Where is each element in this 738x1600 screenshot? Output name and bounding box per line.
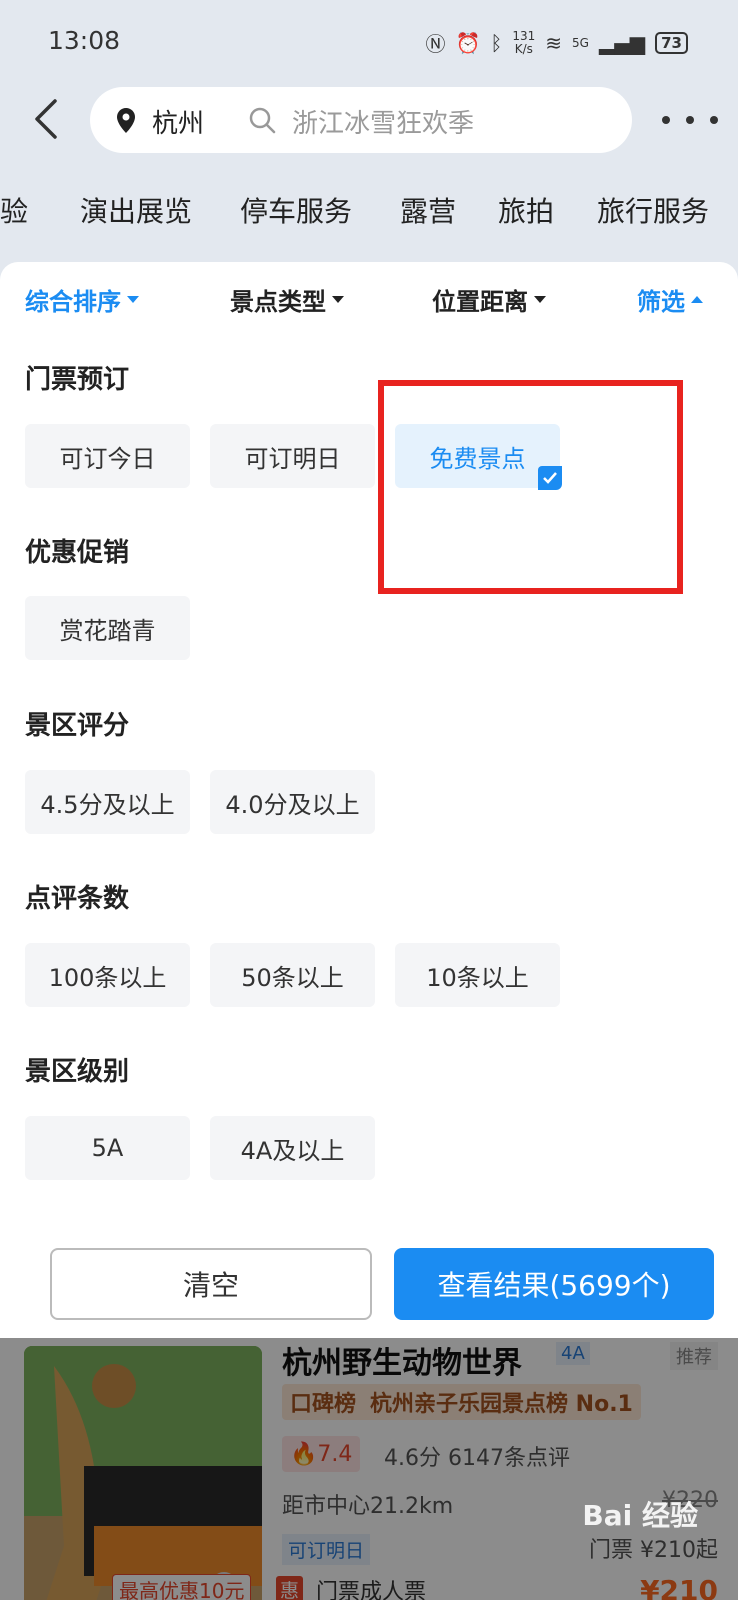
caret-down-icon	[534, 296, 546, 303]
sort-filter[interactable]: 筛选	[637, 282, 703, 317]
filter-option[interactable]: 50条以上	[210, 943, 375, 1007]
search-placeholder: 浙江冰雪狂欢季	[292, 109, 475, 139]
search-icon	[249, 107, 276, 134]
filter-option[interactable]: 赏花踏青	[25, 596, 190, 660]
filter-option[interactable]: 可订今日	[25, 424, 190, 488]
back-button[interactable]	[24, 94, 68, 144]
nfc-icon: Ⓝ	[425, 32, 446, 56]
category-tab[interactable]: 演出展览	[80, 190, 192, 230]
category-tab[interactable]: 旅拍	[498, 190, 554, 230]
filter-option[interactable]: 5A	[25, 1116, 190, 1180]
filter-option[interactable]: 4.5分及以上	[25, 770, 190, 834]
sort-bar: 综合排序 景点类型 位置距离 筛选	[0, 262, 738, 342]
baidu-watermark: Bai 经验	[582, 1499, 698, 1532]
highlight-annotation	[378, 380, 683, 594]
caret-down-icon	[127, 296, 139, 303]
more-dot-icon	[686, 116, 694, 124]
status-time: 13:08	[48, 26, 121, 55]
caret-down-icon	[332, 296, 344, 303]
sort-label: 综合排序	[25, 288, 121, 316]
alarm-icon: ⏰	[455, 30, 481, 55]
network-type: 5G	[572, 35, 589, 50]
section-title-level: 景区级别	[25, 1057, 130, 1087]
category-tabs: 体验 演出展览 停车服务 露营 旅拍 旅行服务	[0, 190, 738, 242]
more-dot-icon	[662, 116, 670, 124]
section-title-promo: 优惠促销	[25, 538, 130, 568]
speed-unit: K/s	[514, 41, 533, 56]
back-arrow-icon	[35, 99, 57, 139]
sort-label: 位置距离	[432, 288, 528, 316]
section-title-rating: 景区评分	[25, 711, 130, 741]
sort-label: 筛选	[637, 288, 685, 316]
section-title-reviews: 点评条数	[25, 884, 130, 914]
filter-option[interactable]: 10条以上	[395, 943, 560, 1007]
location-pin-icon	[117, 108, 135, 133]
result-card: 杭州野生动物世界 4A 推荐 口碑榜 杭州亲子乐园景点榜 No.1 🔥 7.4 4…	[0, 1338, 738, 1600]
status-icons: Ⓝ ⏰ ᛒ 131 K/s ≋ 5G ▂▄▆ 73	[425, 28, 688, 57]
category-tab[interactable]: 旅行服务	[597, 190, 709, 230]
filter-option[interactable]: 4.0分及以上	[210, 770, 375, 834]
network-speed: 131 K/s	[512, 28, 536, 56]
bluetooth-icon: ᛒ	[490, 30, 503, 55]
signal-icon: ▂▄▆	[598, 30, 646, 55]
view-results-button[interactable]: 查看结果(5699个)	[394, 1248, 714, 1320]
caret-up-icon	[691, 296, 703, 303]
status-bar: 13:08 Ⓝ ⏰ ᛒ 131 K/s ≋ 5G ▂▄▆ 73	[0, 0, 738, 84]
sort-distance[interactable]: 位置距离	[432, 282, 546, 317]
sort-label: 景点类型	[230, 288, 326, 316]
sort-comprehensive[interactable]: 综合排序	[25, 282, 139, 317]
battery-icon: 73	[655, 31, 688, 54]
city-selector[interactable]: 杭州	[152, 103, 204, 140]
search-box[interactable]: 杭州 浙江冰雪狂欢季	[90, 87, 632, 153]
category-tab[interactable]: 露营	[400, 190, 456, 230]
section-title-ticket: 门票预订	[25, 365, 130, 395]
sort-attraction-type[interactable]: 景点类型	[230, 282, 344, 317]
filter-option[interactable]: 100条以上	[25, 943, 190, 1007]
filter-option[interactable]: 可订明日	[210, 424, 375, 488]
dim-overlay[interactable]	[0, 1338, 738, 1600]
more-button[interactable]	[662, 100, 718, 140]
header: 杭州 浙江冰雪狂欢季	[0, 84, 738, 156]
wifi-icon: ≋	[545, 30, 563, 55]
clear-button[interactable]: 清空	[50, 1248, 372, 1320]
filter-option[interactable]: 4A及以上	[210, 1116, 375, 1180]
more-dot-icon	[710, 116, 718, 124]
speed-value: 131	[512, 28, 536, 43]
category-tab[interactable]: 停车服务	[240, 190, 352, 230]
category-tab[interactable]: 体验	[0, 190, 28, 230]
